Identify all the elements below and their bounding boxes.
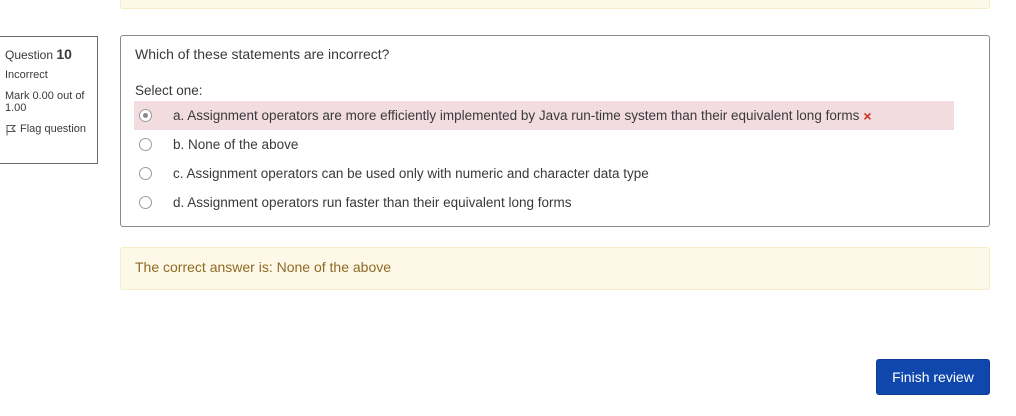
question-number: Question 10 [5, 45, 97, 64]
right-answer-feedback: The correct answer is: None of the above [120, 247, 990, 290]
answer-label-a: a. Assignment operators are more efficie… [173, 108, 860, 123]
flag-question-label: Flag question [20, 123, 87, 135]
radio-button-a[interactable] [139, 109, 152, 122]
question-content: Which of these statements are incorrect?… [120, 35, 990, 227]
question-info-panel: Question 10 Incorrect Mark 0.00 out of 1… [0, 36, 98, 164]
answer-option-d[interactable]: d. Assignment operators run faster than … [134, 188, 954, 217]
flag-question-link[interactable]: Flag question [5, 123, 97, 136]
question-number-prefix: Question [5, 48, 54, 62]
answer-option-a[interactable]: a. Assignment operators are more efficie… [134, 101, 954, 130]
radio-button-c[interactable] [139, 167, 152, 180]
answer-prompt: Select one: [135, 83, 203, 98]
answer-option-c[interactable]: c. Assignment operators can be used only… [134, 159, 954, 188]
flag-icon [6, 125, 17, 136]
question-grade: Mark 0.00 out of 1.00 [5, 90, 85, 114]
answer-label-c: c. Assignment operators can be used only… [173, 166, 649, 181]
question-state: Incorrect [5, 69, 48, 81]
radio-button-d[interactable] [139, 196, 152, 209]
answer-label-b: b. None of the above [173, 137, 299, 152]
question-text: Which of these statements are incorrect? [135, 46, 390, 62]
incorrect-mark-icon: × [863, 107, 872, 124]
question-number-value: 10 [56, 46, 72, 62]
answer-list: a. Assignment operators are more efficie… [134, 101, 975, 217]
finish-review-button[interactable]: Finish review [876, 359, 990, 395]
radio-button-b[interactable] [139, 138, 152, 151]
answer-label-d: d. Assignment operators run faster than … [173, 195, 572, 210]
answer-option-b[interactable]: b. None of the above [134, 130, 954, 159]
right-answer-text: The correct answer is: None of the above [135, 259, 392, 275]
previous-question-feedback-strip [120, 0, 990, 9]
